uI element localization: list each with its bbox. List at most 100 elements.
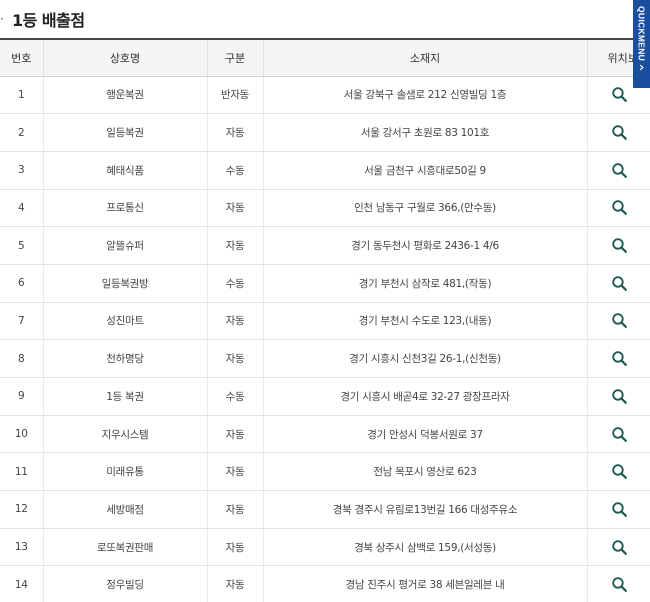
row-store-name: 미래유통 (42, 452, 207, 492)
row-location-button[interactable] (586, 189, 650, 228)
table-row: 8 천하명당 자동 경기 시흥시 신천3길 26-1,(신천동) (0, 339, 650, 378)
search-icon[interactable] (611, 124, 628, 141)
row-type: 자동 (206, 415, 263, 454)
row-number: 5 (0, 226, 43, 265)
search-icon[interactable] (611, 237, 628, 254)
row-address: 서울 강북구 솔샘로 212 신영빌딩 1층 (262, 76, 587, 115)
table-header-row: 번호 상호명 구분 소재지 위치보기 (0, 38, 650, 77)
row-location-button[interactable] (586, 528, 650, 567)
row-address: 경기 시흥시 배곧4로 32-27 광장프라자 (262, 377, 587, 416)
row-location-button[interactable] (586, 302, 650, 341)
row-store-name: 천하명당 (42, 339, 207, 378)
table-row: 10 지우시스템 자동 경기 안성시 덕봉서원로 37 (0, 415, 650, 454)
winning-store-table: 번호 상호명 구분 소재지 위치보기 1 행운복권 반자동 서울 강북구 솔샘로 21… (0, 38, 650, 602)
row-number: 7 (0, 302, 43, 341)
row-location-button[interactable] (586, 226, 650, 265)
row-location-button[interactable] (586, 264, 650, 303)
row-store-name: 1등 복권 (42, 377, 207, 416)
search-icon[interactable] (611, 86, 628, 103)
search-icon[interactable] (611, 350, 628, 367)
table-row: 2 일등복권 자동 서울 강서구 초원로 83 101호 (0, 113, 650, 152)
row-address: 경기 동두천시 평화로 2436-1 4/6 (262, 226, 587, 265)
row-location-button[interactable] (586, 490, 650, 529)
search-icon[interactable] (611, 501, 628, 518)
row-location-button[interactable] (586, 151, 650, 190)
search-icon[interactable] (611, 162, 628, 179)
search-icon[interactable] (611, 463, 628, 480)
search-icon[interactable] (611, 312, 628, 329)
table-row: 5 알뜰슈퍼 자동 경기 동두천시 평화로 2436-1 4/6 (0, 226, 650, 265)
row-store-name: 알뜰슈퍼 (42, 226, 207, 265)
row-number: 2 (0, 113, 43, 152)
search-icon[interactable] (611, 539, 628, 556)
column-header-type: 구분 (206, 38, 263, 77)
row-store-name: 일등복권방 (42, 264, 207, 303)
row-address: 경남 진주시 평거로 38 세븐일레븐 내 (262, 565, 587, 602)
search-icon[interactable] (611, 199, 628, 216)
row-type: 자동 (206, 490, 263, 529)
row-address: 전남 목포시 영산로 623 (262, 452, 587, 492)
section-heading: · 1등 배출점 (0, 0, 650, 38)
row-type: 자동 (206, 565, 263, 602)
table-row: 11 미래유통 자동 전남 목포시 영산로 623 (0, 452, 650, 492)
row-type: 수동 (206, 377, 263, 416)
search-icon[interactable] (611, 388, 628, 405)
row-location-button[interactable] (586, 339, 650, 378)
row-number: 14 (0, 565, 43, 602)
quickmenu-tab[interactable]: QUICKMENU (633, 0, 650, 88)
table-row: 4 프로통신 자동 인천 남동구 구월로 366,(만수동) (0, 189, 650, 228)
row-type: 자동 (206, 339, 263, 378)
row-location-button[interactable] (586, 415, 650, 454)
row-location-button[interactable] (586, 452, 650, 492)
chevron-right-icon (639, 64, 644, 71)
row-address: 경북 상주시 삼백로 159,(서성동) (262, 528, 587, 567)
table-row: 7 성진마트 자동 경기 부천시 수도로 123,(내동) (0, 302, 650, 341)
table-row: 14 정우빌딩 자동 경남 진주시 평거로 38 세븐일레븐 내 (0, 565, 650, 602)
row-store-name: 일등복권 (42, 113, 207, 152)
row-number: 12 (0, 490, 43, 529)
row-number: 10 (0, 415, 43, 454)
row-type: 수동 (206, 264, 263, 303)
search-icon[interactable] (611, 426, 628, 443)
row-type: 자동 (206, 452, 263, 492)
row-store-name: 세방매점 (42, 490, 207, 529)
table-row: 9 1등 복권 수동 경기 시흥시 배곧4로 32-27 광장프라자 (0, 377, 650, 416)
row-store-name: 행운복권 (42, 76, 207, 115)
row-number: 4 (0, 189, 43, 228)
row-type: 자동 (206, 528, 263, 567)
row-address: 경기 시흥시 신천3길 26-1,(신천동) (262, 339, 587, 378)
row-location-button[interactable] (586, 377, 650, 416)
search-icon[interactable] (611, 275, 628, 292)
row-store-name: 혜태식품 (42, 151, 207, 190)
column-header-address: 소재지 (262, 38, 587, 77)
row-store-name: 로또복권판매 (42, 528, 207, 567)
row-type: 자동 (206, 189, 263, 228)
row-type: 자동 (206, 226, 263, 265)
row-location-button[interactable] (586, 113, 650, 152)
quickmenu-label: QUICKMENU (636, 6, 647, 62)
row-address: 서울 강서구 초원로 83 101호 (262, 113, 587, 152)
table-row: 1 행운복권 반자동 서울 강북구 솔샘로 212 신영빌딩 1층 (0, 76, 650, 115)
row-type: 반자동 (206, 76, 263, 115)
row-number: 9 (0, 377, 43, 416)
table-body: 1 행운복권 반자동 서울 강북구 솔샘로 212 신영빌딩 1층 2 일등복권 자동 서울 … (0, 76, 650, 602)
row-store-name: 정우빌딩 (42, 565, 207, 602)
row-address: 경기 부천시 수도로 123,(내동) (262, 302, 587, 341)
search-icon[interactable] (611, 576, 628, 593)
row-address: 경기 안성시 덕봉서원로 37 (262, 415, 587, 454)
row-location-button[interactable] (586, 565, 650, 602)
row-type: 자동 (206, 113, 263, 152)
row-address: 서울 금천구 시흥대로50길 9 (262, 151, 587, 190)
row-address: 인천 남동구 구월로 366,(만수동) (262, 189, 587, 228)
row-number: 8 (0, 339, 43, 378)
table-row: 3 혜태식품 수동 서울 금천구 시흥대로50길 9 (0, 151, 650, 190)
column-header-store-name: 상호명 (42, 38, 207, 77)
page-title: 1등 배출점 (12, 11, 85, 30)
row-address: 경기 부천시 삼작로 481,(작동) (262, 264, 587, 303)
row-number: 6 (0, 264, 43, 303)
row-number: 3 (0, 151, 43, 190)
heading-bullet: · (0, 12, 4, 26)
row-address: 경북 경주시 유림로13번길 166 대성주유소 (262, 490, 587, 529)
row-store-name: 성진마트 (42, 302, 207, 341)
row-number: 1 (0, 76, 43, 115)
